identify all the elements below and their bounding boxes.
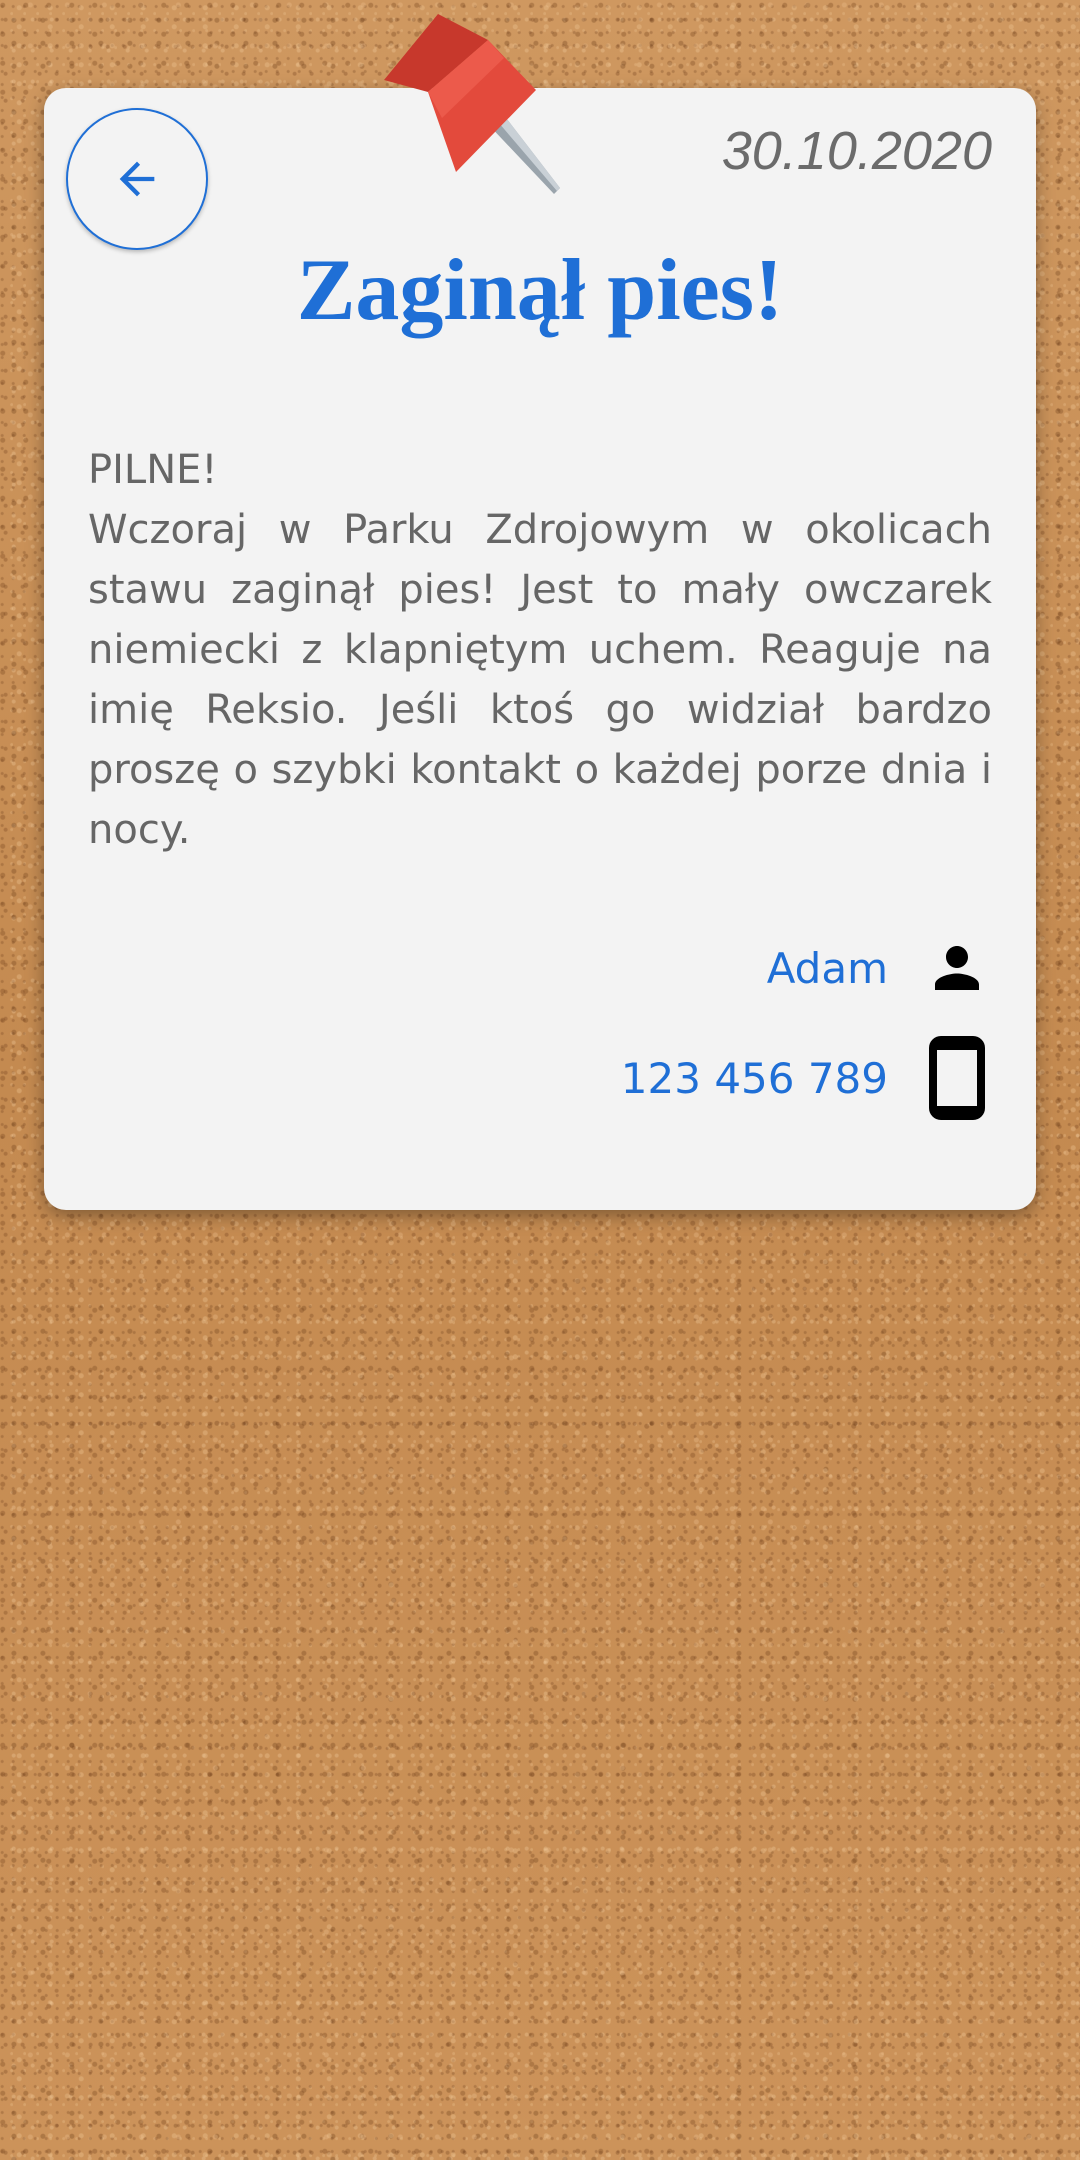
urgent-label: PILNE! <box>88 447 218 493</box>
contact-name: Adam <box>766 943 888 993</box>
contact-phone[interactable]: 123 456 789 <box>621 1054 888 1103</box>
post-date: 30.10.2020 <box>721 121 992 181</box>
back-button[interactable] <box>66 108 208 250</box>
post-body: PILNE! Wczoraj w Parku Zdrojowym w okoli… <box>88 440 992 860</box>
pushpin-icon <box>384 14 560 194</box>
smartphone-icon <box>922 1036 992 1120</box>
post-title: Zaginął pies! <box>296 242 784 339</box>
person-icon <box>922 933 992 1003</box>
announcement-card: 30.10.2020 Zaginął pies! PILNE! Wczoraj … <box>44 88 1036 1210</box>
arrow-left-icon <box>119 161 155 197</box>
contact-name-row: Adam <box>767 933 992 1003</box>
contact-phone-row[interactable]: 123 456 789 <box>621 1036 992 1120</box>
post-description: Wczoraj w Parku Zdrojowym w okolicach st… <box>88 507 992 853</box>
